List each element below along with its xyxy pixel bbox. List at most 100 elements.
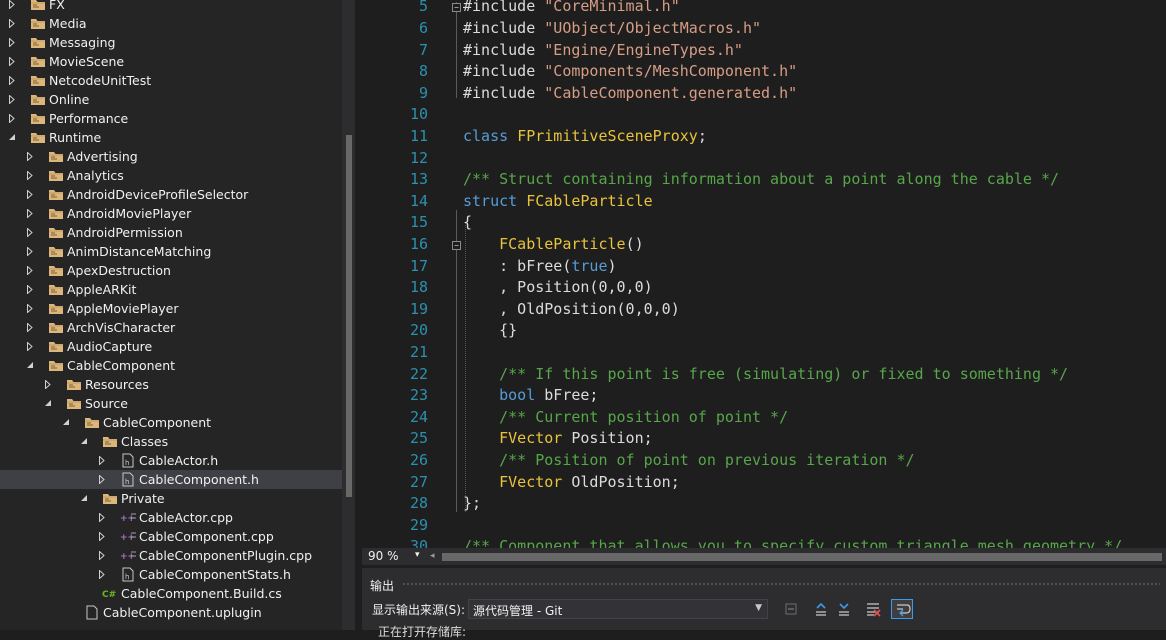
collapsed-arrow-icon[interactable] (8, 52, 18, 71)
code-line[interactable]: 14 struct FCableParticle (362, 191, 1166, 213)
horizontal-scrollbar-thumb[interactable] (442, 553, 1162, 561)
code-line[interactable]: 21 (362, 342, 1166, 364)
tree-item[interactable]: FX (0, 0, 342, 14)
tree-item[interactable]: Online (0, 90, 342, 109)
code-line[interactable]: 26 /** Position of point on previous ite… (362, 450, 1166, 472)
code-line[interactable]: 5 #include "CoreMinimal.h" (362, 0, 1166, 18)
code-line[interactable]: 11 class FPrimitiveSceneProxy; (362, 126, 1166, 148)
explorer-scrollbar-thumb[interactable] (346, 135, 352, 497)
code-editor[interactable]: − − 5 #include "CoreMinimal.h" 6 #include "… (362, 0, 1166, 548)
code-line[interactable]: 12 (362, 148, 1166, 170)
collapsed-arrow-icon[interactable] (98, 527, 108, 546)
tree-item[interactable]: Media (0, 14, 342, 33)
code-line[interactable]: 17 : bFree(true) (362, 256, 1166, 278)
tree-item[interactable]: Messaging (0, 33, 342, 52)
code-line[interactable]: 28}; (362, 493, 1166, 515)
code-line[interactable]: 30 /** Component that allows you to speci… (362, 536, 1166, 548)
code-line[interactable]: 25 FVector Position; (362, 428, 1166, 450)
expanded-arrow-icon[interactable] (80, 432, 90, 451)
clear-all-button[interactable] (862, 599, 884, 619)
collapsed-arrow-icon[interactable] (26, 242, 36, 261)
code-line[interactable]: 27 FVector OldPosition; (362, 472, 1166, 494)
tree-item[interactable]: CableComponent (0, 413, 342, 432)
collapsed-arrow-icon[interactable] (26, 337, 36, 356)
tree-item[interactable]: ++ CableComponentPlugin.cpp (0, 546, 342, 565)
code-line[interactable]: 7 #include "Engine/EngineTypes.h" (362, 40, 1166, 62)
tree-item[interactable]: MovieScene (0, 52, 342, 71)
zoom-dropdown-arrow-icon[interactable]: ▾ (415, 550, 420, 560)
tree-item[interactable]: Runtime (0, 128, 342, 147)
code-line[interactable]: 18 , Position(0,0,0) (362, 277, 1166, 299)
collapsed-arrow-icon[interactable] (8, 33, 18, 52)
tree-item[interactable]: AndroidMoviePlayer (0, 204, 342, 223)
collapsed-arrow-icon[interactable] (98, 565, 108, 584)
code-line[interactable]: 24 /** Current position of point */ (362, 407, 1166, 429)
code-line[interactable]: 16 FCableParticle() (362, 234, 1166, 256)
expanded-arrow-icon[interactable] (44, 394, 54, 413)
collapsed-arrow-icon[interactable] (26, 147, 36, 166)
tree-item[interactable]: CableComponent (0, 356, 342, 375)
tree-item[interactable]: ++ CableActor.cpp (0, 508, 342, 527)
code-line[interactable]: 9 #include "CableComponent.generated.h" (362, 83, 1166, 105)
collapsed-arrow-icon[interactable] (26, 280, 36, 299)
collapsed-arrow-icon[interactable] (98, 451, 108, 470)
collapsed-arrow-icon[interactable] (8, 71, 18, 90)
zoom-level[interactable]: 90 % (368, 549, 399, 563)
collapsed-arrow-icon[interactable] (26, 299, 36, 318)
collapsed-arrow-icon[interactable] (98, 508, 108, 527)
tree-item[interactable]: Analytics (0, 166, 342, 185)
tree-item[interactable]: Performance (0, 109, 342, 128)
tree-item[interactable]: ++ CableComponent.cpp (0, 527, 342, 546)
code-line[interactable]: 29 (362, 515, 1166, 537)
scroll-left-arrow-icon[interactable]: ◂ (430, 551, 435, 561)
code-line[interactable]: 19 , OldPosition(0,0,0) (362, 299, 1166, 321)
collapsed-arrow-icon[interactable] (8, 90, 18, 109)
expanded-arrow-icon[interactable] (8, 128, 18, 147)
tree-item[interactable]: AppleARKit (0, 280, 342, 299)
tree-item[interactable]: h CableActor.h (0, 451, 342, 470)
tree-item[interactable]: h CableComponentStats.h (0, 565, 342, 584)
expanded-arrow-icon[interactable] (26, 356, 36, 375)
tree-item[interactable]: ApexDestruction (0, 261, 342, 280)
code-line[interactable]: 22 /** If this point is free (simulating… (362, 364, 1166, 386)
collapsed-arrow-icon[interactable] (26, 223, 36, 242)
collapsed-arrow-icon[interactable] (26, 318, 36, 337)
tree-item[interactable]: AndroidPermission (0, 223, 342, 242)
collapsed-arrow-icon[interactable] (26, 166, 36, 185)
tree-item[interactable]: Private (0, 489, 342, 508)
collapsed-arrow-icon[interactable] (8, 109, 18, 128)
toggle-word-wrap-button[interactable] (891, 599, 913, 619)
code-line[interactable]: 10 (362, 104, 1166, 126)
collapsed-arrow-icon[interactable] (98, 470, 108, 489)
tree-item[interactable]: ArchVisCharacter (0, 318, 342, 337)
tree-item[interactable]: h CableComponent.h (0, 470, 342, 489)
go-to-location-button[interactable] (780, 599, 802, 619)
next-message-button[interactable] (833, 599, 855, 619)
code-line[interactable]: 6 #include "UObject/ObjectMacros.h" (362, 18, 1166, 40)
code-line[interactable]: 23 bool bFree; (362, 385, 1166, 407)
tree-item[interactable]: Resources (0, 375, 342, 394)
tree-item[interactable]: Advertising (0, 147, 342, 166)
tree-item[interactable]: CableComponent.uplugin (0, 603, 342, 622)
tree-item[interactable]: Source (0, 394, 342, 413)
tree-item[interactable]: AnimDistanceMatching (0, 242, 342, 261)
collapsed-arrow-icon[interactable] (26, 185, 36, 204)
code-line[interactable]: 13 /** Struct containing information abou… (362, 169, 1166, 191)
tree-item[interactable]: AppleMoviePlayer (0, 299, 342, 318)
collapsed-arrow-icon[interactable] (26, 261, 36, 280)
collapsed-arrow-icon[interactable] (26, 204, 36, 223)
code-line[interactable]: 8 #include "Components/MeshComponent.h" (362, 61, 1166, 83)
tree-item[interactable]: NetcodeUnitTest (0, 71, 342, 90)
collapsed-arrow-icon[interactable] (98, 546, 108, 565)
tree-item[interactable]: AudioCapture (0, 337, 342, 356)
tree-item[interactable]: AndroidDeviceProfileSelector (0, 185, 342, 204)
collapsed-arrow-icon[interactable] (44, 375, 54, 394)
previous-message-button[interactable] (810, 599, 832, 619)
code-line[interactable]: 20 {} (362, 320, 1166, 342)
panel-drag-grip[interactable] (402, 582, 1160, 587)
code-line[interactable]: 15 { (362, 212, 1166, 234)
collapsed-arrow-icon[interactable] (8, 0, 18, 14)
expanded-arrow-icon[interactable] (62, 413, 72, 432)
tree-item[interactable]: C# CableComponent.Build.cs (0, 584, 342, 603)
collapsed-arrow-icon[interactable] (8, 14, 18, 33)
